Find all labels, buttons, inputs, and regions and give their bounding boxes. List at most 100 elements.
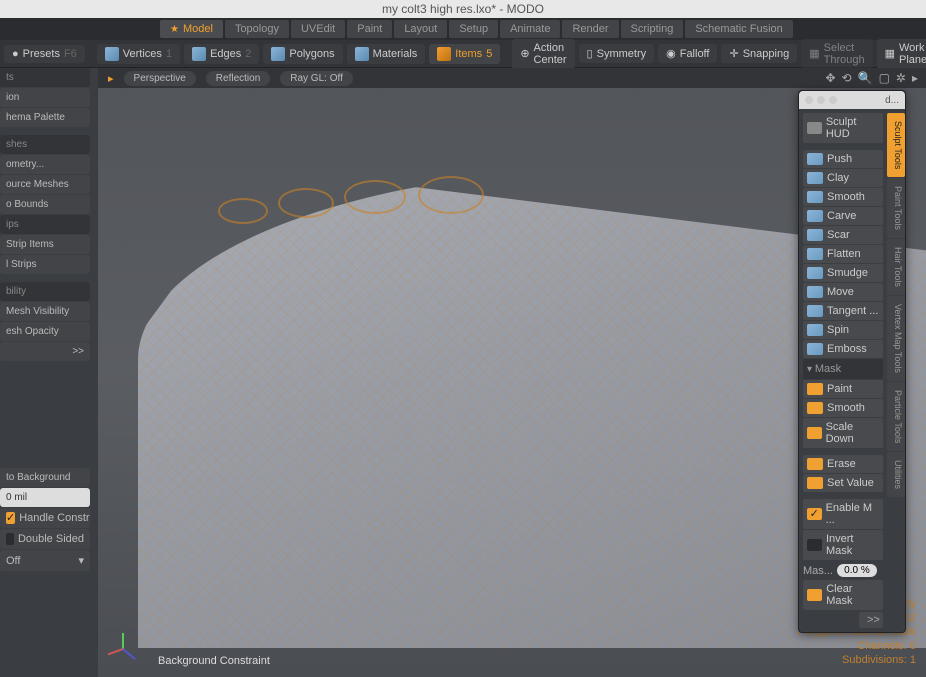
polygons-mode[interactable]: Polygons <box>263 44 342 64</box>
clear-mask-button[interactable]: Clear Mask <box>803 580 883 610</box>
left-item[interactable]: bility <box>0 282 90 301</box>
tool-spin[interactable]: Spin <box>803 321 883 339</box>
mask-value-input[interactable] <box>837 564 877 577</box>
distance-field[interactable]: 0 mil <box>0 488 90 507</box>
deco-ring <box>218 198 268 224</box>
brush-icon <box>807 324 823 336</box>
tool-smudge[interactable]: Smudge <box>803 264 883 282</box>
mask-paint[interactable]: Paint <box>803 380 883 398</box>
rotate-icon[interactable]: ⟲ <box>842 71 852 85</box>
brush-icon <box>807 248 823 260</box>
left-item[interactable]: l Strips <box>0 255 90 274</box>
presets-button[interactable]: ●Presets F6 <box>4 45 85 63</box>
tab-hair-tools[interactable]: Hair Tools <box>887 239 905 295</box>
left-item[interactable]: o Bounds <box>0 195 90 214</box>
items-mode[interactable]: Items 5 <box>429 44 500 64</box>
axis-gizmo[interactable] <box>108 633 138 663</box>
mask-erase[interactable]: Erase <box>803 455 883 473</box>
raygl-button[interactable]: Ray GL: Off <box>280 71 353 86</box>
tab-scripting[interactable]: Scripting <box>621 20 684 38</box>
mask-icon <box>807 458 823 470</box>
tab-setup[interactable]: Setup <box>449 20 498 38</box>
double-sided-toggle[interactable]: Double Sided <box>0 529 90 549</box>
window-dot[interactable] <box>829 96 837 104</box>
mask-set-value[interactable]: Set Value <box>803 474 883 492</box>
action-center-button[interactable]: ⊕ Action Center <box>512 39 574 69</box>
snapping-button[interactable]: ✛ Snapping <box>721 44 797 63</box>
deco-ring <box>278 188 334 218</box>
brush-icon <box>807 343 823 355</box>
tool-tangent[interactable]: Tangent ... <box>803 302 883 320</box>
left-item[interactable]: esh Opacity <box>0 322 90 341</box>
tab-animate[interactable]: Animate <box>500 20 560 38</box>
window-dot[interactable] <box>805 96 813 104</box>
left-arrow[interactable]: >> <box>0 342 90 361</box>
sculpt-hud-button[interactable]: Sculpt HUD <box>803 113 883 143</box>
tab-utilities[interactable]: Utilities <box>887 452 905 497</box>
left-item[interactable]: Strip Items <box>0 235 90 254</box>
perspective-button[interactable]: Perspective <box>124 71 196 86</box>
symmetry-button[interactable]: ▯ Symmetry <box>579 44 655 63</box>
reflection-button[interactable]: Reflection <box>206 71 270 86</box>
mask-smooth[interactable]: Smooth <box>803 399 883 417</box>
falloff-button[interactable]: ◉ Falloff <box>658 44 717 63</box>
tab-vertex-map-tools[interactable]: Vertex Map Tools <box>887 296 905 381</box>
tab-uvedit[interactable]: UVEdit <box>291 20 345 38</box>
tab-schematic[interactable]: Schematic Fusion <box>685 20 792 38</box>
select-through-button[interactable]: ▦ Select Through <box>801 39 872 69</box>
materials-mode[interactable]: Materials <box>347 44 426 64</box>
edges-mode[interactable]: Edges 2 <box>184 44 259 64</box>
fit-icon[interactable]: ▢ <box>879 71 890 85</box>
tab-topology[interactable]: Topology <box>225 20 289 38</box>
gear-icon[interactable]: ✲ <box>896 71 906 85</box>
left-item[interactable]: hema Palette <box>0 108 90 127</box>
mask-scale-down[interactable]: Scale Down <box>803 418 883 448</box>
tab-particle-tools[interactable]: Particle Tools <box>887 382 905 451</box>
tab-paint[interactable]: Paint <box>347 20 392 38</box>
panel-arrow[interactable]: >> <box>859 612 883 628</box>
tool-push[interactable]: Push <box>803 150 883 168</box>
work-plane-button[interactable]: ▦ Work Plane <box>877 39 926 69</box>
tool-flatten[interactable]: Flatten <box>803 245 883 263</box>
viewport-menu-icon[interactable]: ▸ <box>108 72 114 85</box>
left-item[interactable]: ts <box>0 68 90 87</box>
left-item[interactable]: ion <box>0 88 90 107</box>
left-item[interactable]: ips <box>0 215 90 234</box>
tab-paint-tools[interactable]: Paint Tools <box>887 178 905 238</box>
tool-smooth[interactable]: Smooth <box>803 188 883 206</box>
brush-icon <box>807 229 823 241</box>
chevron-icon[interactable]: ▸ <box>912 71 918 85</box>
left-item[interactable]: ometry... <box>0 155 90 174</box>
tab-layout[interactable]: Layout <box>394 20 447 38</box>
left-item[interactable]: ource Meshes <box>0 175 90 194</box>
mask-icon <box>807 383 823 395</box>
check-icon: ✓ <box>807 508 822 520</box>
tool-emboss[interactable]: Emboss <box>803 340 883 358</box>
sculpt-panel[interactable]: d... Sculpt HUD Push Clay Smooth Carve S… <box>798 90 906 633</box>
left-item[interactable]: shes <box>0 135 90 154</box>
off-dropdown[interactable]: Off ▾ <box>0 550 90 571</box>
cube-icon <box>192 47 206 61</box>
mask-header[interactable]: ▾ Mask <box>803 359 883 379</box>
handle-constr-toggle[interactable]: ✓Handle Constr ... <box>0 508 90 528</box>
left-item[interactable]: Mesh Visibility <box>0 302 90 321</box>
window-dot[interactable] <box>817 96 825 104</box>
invert-mask-toggle[interactable]: Invert Mask <box>803 530 883 560</box>
enable-mask-toggle[interactable]: ✓Enable M ... <box>803 499 883 529</box>
vertices-mode[interactable]: Vertices 1 <box>97 44 180 64</box>
tab-model[interactable]: ★Model <box>160 20 223 38</box>
sculpt-panel-tabs: Sculpt Tools Paint Tools Hair Tools Vert… <box>887 109 905 632</box>
sculpt-panel-header[interactable]: d... <box>799 91 905 109</box>
to-background-label: to Background <box>0 468 90 487</box>
tool-scar[interactable]: Scar <box>803 226 883 244</box>
tab-render[interactable]: Render <box>562 20 618 38</box>
tool-carve[interactable]: Carve <box>803 207 883 225</box>
tool-clay[interactable]: Clay <box>803 169 883 187</box>
star-icon: ★ <box>170 24 179 35</box>
move-icon[interactable]: ✥ <box>825 71 835 85</box>
tab-sculpt-tools[interactable]: Sculpt Tools <box>887 113 905 177</box>
zoom-icon[interactable]: 🔍 <box>858 71 873 85</box>
main-tabs: ★Model Topology UVEdit Paint Layout Setu… <box>0 18 926 40</box>
tool-move[interactable]: Move <box>803 283 883 301</box>
viewport-corner-icons: ✥ ⟲ 🔍 ▢ ✲ ▸ <box>825 71 918 85</box>
